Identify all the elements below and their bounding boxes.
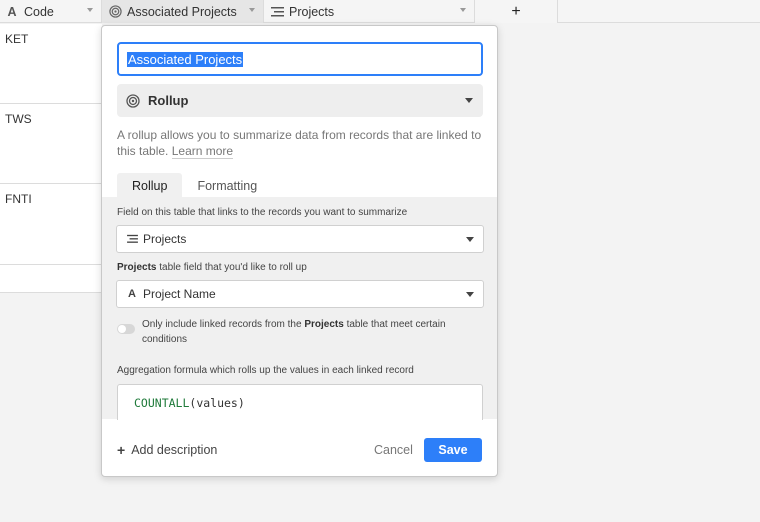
link-field-value: Projects	[143, 232, 187, 246]
tab-formatting[interactable]: Formatting	[182, 173, 272, 198]
grid-header: A Code Associated Projects Projects +	[0, 0, 760, 23]
column-header-label: Projects	[289, 4, 335, 19]
text-icon: A	[128, 288, 136, 300]
field-type-select[interactable]: Rollup	[117, 84, 483, 117]
table-row[interactable]: KET	[0, 24, 102, 104]
cancel-button[interactable]: Cancel	[374, 443, 413, 457]
chevron-down-icon	[466, 237, 474, 242]
rollup-icon	[126, 93, 140, 108]
aggregation-label: Aggregation formula which rolls up the v…	[117, 365, 414, 376]
table-row[interactable]	[0, 265, 102, 293]
chevron-down-icon[interactable]	[249, 8, 255, 12]
column-header-label: Associated Projects	[127, 4, 237, 19]
rollup-field-select[interactable]: A Project Name	[116, 280, 484, 308]
row-code-cell[interactable]: TWS	[5, 112, 32, 126]
rollup-icon	[108, 5, 122, 18]
column-header-projects[interactable]: Projects	[264, 0, 475, 23]
column-header-associated-projects[interactable]: Associated Projects	[102, 0, 264, 23]
column-header-label: Code	[24, 4, 54, 19]
rollup-field-value: Project Name	[143, 287, 216, 301]
aggregation-formula-input[interactable]: COUNTALL (values)	[117, 384, 483, 420]
filter-linked-records-toggle[interactable]	[117, 324, 135, 334]
table-row[interactable]: FNTI	[0, 184, 102, 265]
learn-more-link[interactable]: Learn more	[171, 144, 234, 159]
chevron-down-icon	[466, 292, 474, 297]
filter-linked-records-label: Only include linked records from the Pro…	[142, 319, 446, 345]
config-tabs: Rollup Formatting	[117, 173, 272, 198]
save-button[interactable]: Save	[424, 438, 482, 462]
formula-args: (values)	[189, 395, 245, 410]
field-name-selected-text[interactable]: Associated Projects	[127, 51, 244, 67]
formula-function: COUNTALL	[134, 395, 190, 410]
chevron-down-icon[interactable]	[460, 8, 466, 12]
row-code-cell[interactable]: FNTI	[5, 192, 32, 206]
row-code-cell[interactable]: KET	[5, 32, 28, 46]
table-row[interactable]: TWS	[0, 104, 102, 184]
field-type-label: Rollup	[148, 93, 189, 108]
link-field-select[interactable]: Projects	[116, 225, 484, 253]
plus-icon: +	[117, 442, 126, 458]
chevron-down-icon[interactable]	[87, 8, 93, 12]
linked-records-icon	[126, 234, 138, 244]
chevron-down-icon	[465, 98, 473, 103]
linked-records-icon	[270, 6, 284, 18]
link-field-label: Field on this table that links to the re…	[117, 207, 408, 218]
add-column-button[interactable]: +	[475, 0, 558, 23]
tab-rollup[interactable]: Rollup	[117, 173, 183, 198]
rollup-field-label: Projects table field that you'd like to …	[117, 262, 307, 273]
field-name-input[interactable]: Associated Projects	[117, 42, 483, 76]
field-config-dialog: Associated Projects Rollup A rollup allo…	[101, 25, 498, 477]
add-description-button[interactable]: + Add description	[117, 442, 217, 458]
rollup-panel: Field on this table that links to the re…	[102, 197, 497, 420]
column-header-code[interactable]: A Code	[0, 0, 102, 23]
text-icon: A	[7, 4, 17, 19]
field-type-description: A rollup allows you to summarize data fr…	[117, 128, 482, 159]
